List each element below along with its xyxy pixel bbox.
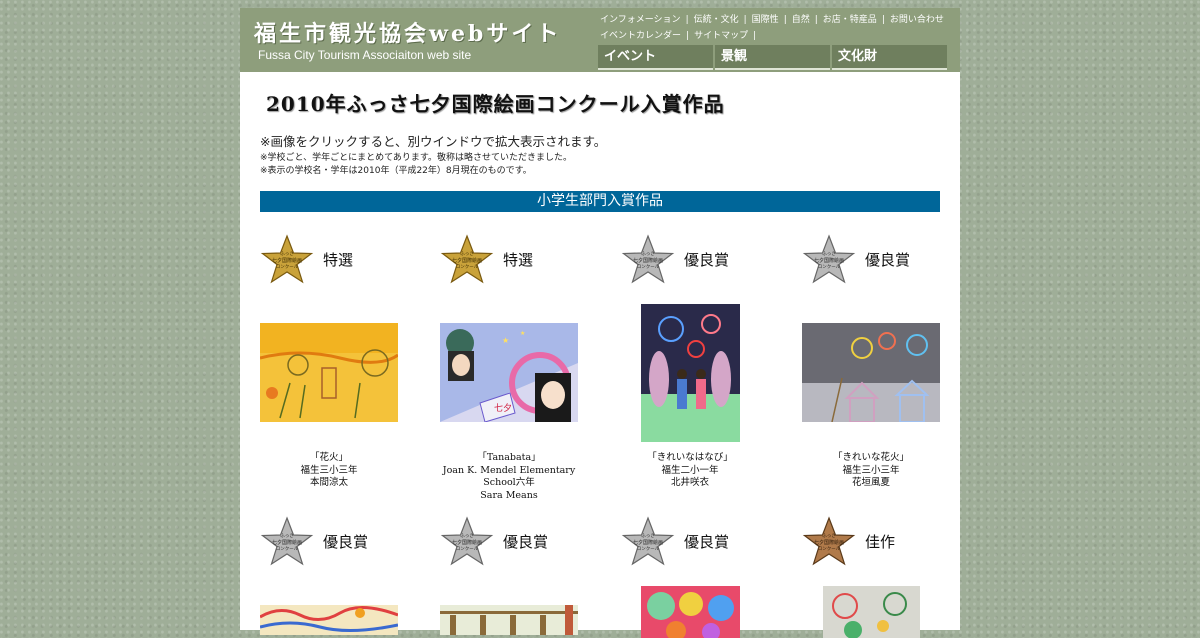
svg-text:ふっさ: ふっさ <box>460 250 474 257</box>
svg-text:七夕国際絵画: 七夕国際絵画 <box>452 539 482 546</box>
artwork-thumbnail[interactable] <box>260 605 398 635</box>
link-contact[interactable]: お問い合わせ <box>890 15 944 25</box>
artwork-artist: 北井咲衣 <box>670 477 709 488</box>
svg-text:七夕国際絵画: 七夕国際絵画 <box>272 539 302 546</box>
svg-text:コンクール: コンクール <box>637 264 660 270</box>
artwork-artist: Sara Means <box>480 489 538 501</box>
award-label: 優良賞 <box>323 533 369 551</box>
svg-text:七夕国際絵画: 七夕国際絵画 <box>814 257 844 264</box>
svg-text:コンクール: コンクール <box>276 264 299 270</box>
note-click-enlarge: ※画像をクリックすると、別ウインドウで拡大表示されます。 <box>260 134 607 149</box>
svg-text:コンクール: コンクール <box>637 546 660 552</box>
svg-text:ふっさ: ふっさ <box>822 532 836 539</box>
note-grouping: ※学校ごと、学年ごとにまとめてあります。敬称は略させていただきました。 <box>260 153 573 163</box>
svg-text:コンクール: コンクール <box>456 264 479 270</box>
gold-star-medal-icon: ふっさ 七夕国際絵画 コンクール <box>440 234 494 284</box>
artwork-artist: 花垣風夏 <box>851 477 890 488</box>
svg-text:コンクール: コンクール <box>818 546 841 552</box>
award-badge: ふっさ 七夕国際絵画 コンクール 優良賞 <box>621 516 759 570</box>
note-school-date: ※表示の学校名・学年は2010年（平成22年）8月現在のものです。 <box>260 166 532 176</box>
artwork-school: Joan K. Mendel Elementary <box>442 464 576 476</box>
svg-text:ふっさ: ふっさ <box>641 532 655 539</box>
artwork-title: 「きれいな花火」 <box>832 452 909 463</box>
section-header-elementary: 小学生部門入賞作品 <box>260 191 940 212</box>
svg-text:七夕: 七夕 <box>494 402 512 414</box>
award-badge: ふっさ 七夕国際絵画 コンクール 優良賞 <box>621 234 759 288</box>
artwork-school: 福生三小三年 <box>300 464 358 476</box>
nav-scenery[interactable]: 景観 <box>715 45 830 70</box>
svg-text:コンクール: コンクール <box>276 546 299 552</box>
artwork-thumbnail[interactable] <box>823 586 920 638</box>
artwork-title: 「花火」 <box>309 452 348 463</box>
link-shops[interactable]: お店・特産品 <box>823 15 877 25</box>
link-tradition-culture[interactable]: 伝統・文化 <box>694 15 739 25</box>
award-badge: ふっさ 七夕国際絵画 コンクール 特選 <box>260 234 398 288</box>
artwork-thumbnail[interactable] <box>641 304 740 442</box>
svg-text:七夕国際絵画: 七夕国際絵画 <box>452 257 482 264</box>
silver-star-medal-icon: ふっさ 七夕国際絵画 コンクール <box>440 516 494 566</box>
silver-star-medal-icon: ふっさ 七夕国際絵画 コンクール <box>621 516 675 566</box>
award-badge: ふっさ 七夕国際絵画 コンクール 優良賞 <box>440 516 578 570</box>
artwork-caption: 「きれいな花火」 福生三小三年 花垣風夏 <box>802 452 940 490</box>
silver-star-medal-icon: ふっさ 七夕国際絵画 コンクール <box>802 234 856 284</box>
site-logo[interactable]: 福生市観光協会webサイト <box>254 16 561 48</box>
artwork-thumbnail[interactable]: 七夕 ★ ★ <box>440 323 578 422</box>
award-badge: ふっさ 七夕国際絵画 コンクール 佳作 <box>802 516 940 570</box>
site-header: 福生市観光協会webサイト Fussa City Tourism Associa… <box>240 8 960 72</box>
svg-text:ふっさ: ふっさ <box>822 250 836 257</box>
svg-text:ふっさ: ふっさ <box>280 532 294 539</box>
bronze-star-medal-icon: ふっさ 七夕国際絵画 コンクール <box>802 516 856 566</box>
award-label: 特選 <box>323 251 354 269</box>
link-information[interactable]: インフォメーション <box>600 15 681 25</box>
svg-text:ふっさ: ふっさ <box>641 250 655 257</box>
artwork-thumbnail[interactable] <box>260 323 398 422</box>
link-event-calendar[interactable]: イベントカレンダー <box>600 31 681 41</box>
svg-text:七夕国際絵画: 七夕国際絵画 <box>633 539 663 546</box>
artwork-caption: 「花火」 福生三小三年 本間涼太 <box>260 452 398 490</box>
svg-text:★: ★ <box>502 336 509 345</box>
award-badge: ふっさ 七夕国際絵画 コンクール 優良賞 <box>802 234 940 288</box>
utility-links: インフォメーション | 伝統・文化 | 国際性 | 自然 | お店・特産品 | お問い合わせ イベン… <box>600 15 944 41</box>
artwork-caption: 「Tanabata」 Joan K. Mendel Elementary Sch… <box>440 452 578 502</box>
link-international[interactable]: 国際性 <box>752 15 779 25</box>
artwork-thumbnail[interactable] <box>641 586 740 638</box>
silver-star-medal-icon: ふっさ 七夕国際絵画 コンクール <box>260 516 314 566</box>
svg-text:七夕国際絵画: 七夕国際絵画 <box>633 257 663 264</box>
page-container: 福生市観光協会webサイト Fussa City Tourism Associa… <box>240 8 960 638</box>
artwork-grade: School六年 <box>483 477 535 488</box>
artwork-school: 福生三小三年 <box>842 464 900 476</box>
artwork-title: 「Tanabata」 <box>477 452 541 463</box>
award-label: 特選 <box>503 251 534 269</box>
award-label: 優良賞 <box>503 533 549 551</box>
nav-cultural-property[interactable]: 文化財 <box>832 45 947 70</box>
svg-text:★: ★ <box>520 330 525 337</box>
main-nav: イベント 景観 文化財 <box>598 45 947 70</box>
artwork-thumbnail[interactable] <box>440 605 578 635</box>
svg-text:コンクール: コンクール <box>456 546 479 552</box>
svg-text:コンクール: コンクール <box>818 264 841 270</box>
page-title: 2010年ふっさ七夕国際絵画コンクール入賞作品 <box>266 92 725 116</box>
gold-star-medal-icon: ふっさ 七夕国際絵画 コンクール <box>260 234 314 284</box>
award-label: 優良賞 <box>684 251 730 269</box>
svg-text:七夕国際絵画: 七夕国際絵画 <box>272 257 302 264</box>
award-label: 佳作 <box>865 533 896 551</box>
link-nature[interactable]: 自然 <box>792 15 810 25</box>
award-label: 優良賞 <box>684 533 730 551</box>
silver-star-medal-icon: ふっさ 七夕国際絵画 コンクール <box>621 234 675 284</box>
award-badge: ふっさ 七夕国際絵画 コンクール 優良賞 <box>260 516 398 570</box>
site-logo-subtitle: Fussa City Tourism Associaiton web site <box>258 48 472 62</box>
artwork-thumbnail[interactable] <box>802 323 940 422</box>
artwork-caption: 「きれいなはなび」 福生二小一年 北井咲衣 <box>621 452 759 490</box>
svg-text:七夕国際絵画: 七夕国際絵画 <box>814 539 844 546</box>
svg-text:ふっさ: ふっさ <box>280 250 294 257</box>
artwork-school: 福生二小一年 <box>661 464 719 476</box>
link-sitemap[interactable]: サイトマップ <box>694 31 748 41</box>
nav-event[interactable]: イベント <box>598 45 713 70</box>
award-badge: ふっさ 七夕国際絵画 コンクール 特選 <box>440 234 578 288</box>
artwork-artist: 本間涼太 <box>309 477 348 488</box>
award-label: 優良賞 <box>865 251 911 269</box>
svg-text:ふっさ: ふっさ <box>460 532 474 539</box>
artwork-title: 「きれいなはなび」 <box>647 452 733 463</box>
